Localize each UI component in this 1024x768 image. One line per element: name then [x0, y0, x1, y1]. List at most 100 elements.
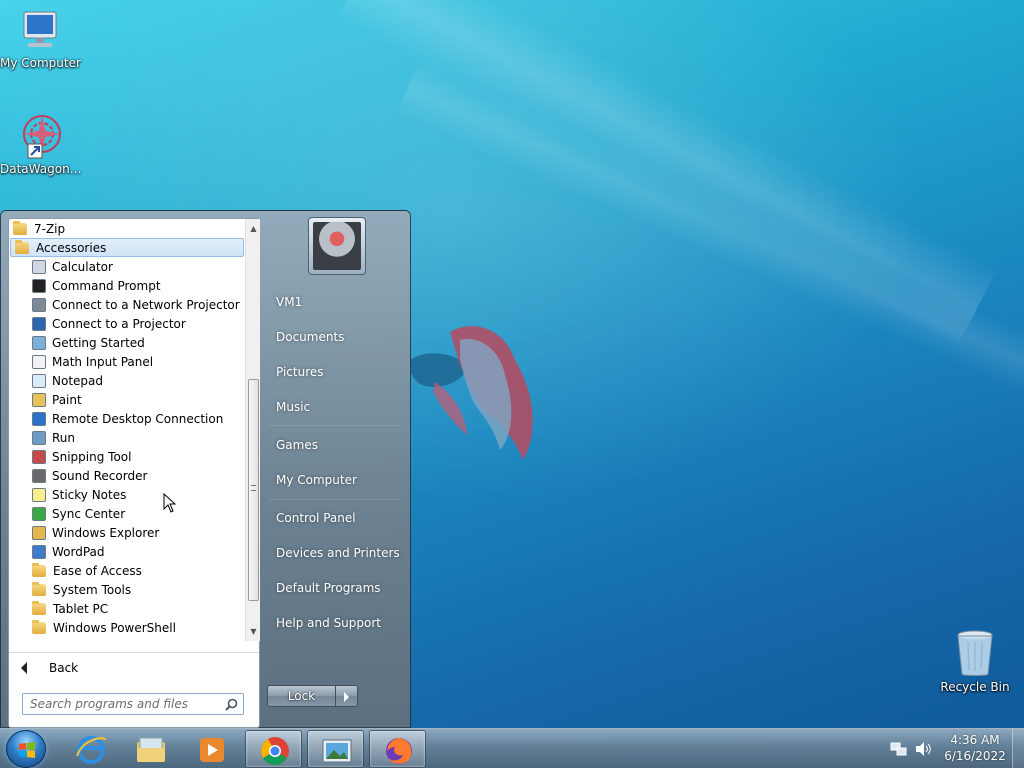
menu-music[interactable]: Music	[269, 392, 403, 422]
menu-separator	[269, 425, 401, 426]
programs-scrollbar[interactable]: ▲ ▼	[245, 219, 260, 641]
desktop-icon-datawagon[interactable]: DataWagon…	[0, 112, 82, 176]
lock-button[interactable]: Lock	[267, 685, 336, 707]
program-label: Command Prompt	[52, 278, 161, 293]
desktop-icon-my-computer[interactable]: My Computer	[0, 10, 81, 70]
program-item[interactable]: Snipping Tool	[9, 447, 245, 466]
taskbar-button[interactable]	[369, 730, 426, 768]
windows-logo-icon	[19, 742, 35, 758]
program-folder[interactable]: Tablet PC	[9, 599, 245, 618]
program-label: Connect to a Projector	[52, 316, 186, 331]
program-folder[interactable]: 7-Zip	[9, 219, 245, 238]
folder-icon	[13, 220, 27, 235]
desktop-icon-label: Recycle Bin	[940, 680, 1010, 694]
math-input-icon	[32, 354, 46, 369]
program-item[interactable]: Remote Desktop Connection	[9, 409, 245, 428]
taskbar-button[interactable]	[62, 730, 119, 768]
program-label: Connect to a Network Projector	[52, 297, 240, 312]
menu-games[interactable]: Games	[269, 430, 403, 460]
paint-icon	[32, 392, 46, 407]
folder-icon	[32, 562, 46, 577]
search-box[interactable]	[22, 693, 244, 715]
getting-started-icon	[32, 335, 46, 350]
program-item[interactable]: Notepad	[9, 371, 245, 390]
program-item[interactable]: Command Prompt	[9, 276, 245, 295]
picture-viewer-icon	[322, 739, 352, 763]
program-label: Windows PowerShell	[53, 620, 176, 635]
program-item[interactable]: Connect to a Network Projector	[9, 295, 245, 314]
menu-user-vm1[interactable]: VM1	[269, 287, 403, 317]
search-icon[interactable]	[225, 698, 238, 711]
program-folder[interactable]: Accessories	[10, 238, 244, 257]
scroll-down-arrow[interactable]: ▼	[246, 624, 261, 639]
file-explorer-icon	[137, 737, 165, 762]
menu-default-programs[interactable]: Default Programs	[269, 573, 403, 603]
program-label: Accessories	[36, 240, 107, 255]
sync-center-icon	[32, 506, 46, 521]
wallpaper-light-beam	[337, 0, 999, 349]
desktop-icon-recycle-bin[interactable]: Recycle Bin	[935, 628, 1015, 694]
program-item[interactable]: Run	[9, 428, 245, 447]
program-folder[interactable]: Windows PowerShell	[9, 618, 245, 637]
shutdown-options-button[interactable]	[336, 685, 358, 707]
program-label: Math Input Panel	[52, 354, 154, 369]
arrow-right-icon	[344, 692, 349, 702]
system-clock[interactable]: 4:36 AM 6/16/2022	[940, 732, 1010, 764]
divider	[9, 652, 259, 653]
taskbar-button[interactable]	[183, 730, 240, 768]
taskbar-button[interactable]	[307, 730, 364, 768]
program-label: System Tools	[53, 582, 132, 597]
program-label: Sound Recorder	[52, 468, 148, 483]
folder-icon	[15, 239, 29, 254]
explorer-icon	[32, 525, 46, 540]
menu-help-and-support[interactable]: Help and Support	[269, 608, 403, 638]
search-input[interactable]	[23, 697, 213, 711]
taskbar-button[interactable]	[245, 730, 302, 768]
programs-pane: 7-Zip Accessories Calculator Command Prompt…	[8, 218, 260, 728]
menu-control-panel[interactable]: Control Panel	[269, 503, 403, 533]
program-item[interactable]: WordPad	[9, 542, 245, 561]
start-button[interactable]	[6, 730, 46, 768]
folder-icon	[32, 581, 46, 596]
program-label: Getting Started	[52, 335, 145, 350]
sticky-notes-icon	[32, 487, 46, 502]
program-item[interactable]: Getting Started	[9, 333, 245, 352]
menu-documents[interactable]: Documents	[269, 322, 403, 352]
scroll-up-arrow[interactable]: ▲	[246, 221, 261, 236]
wordpad-icon	[32, 544, 46, 559]
run-icon	[32, 430, 46, 445]
all-programs-list: 7-Zip Accessories Calculator Command Prompt…	[9, 219, 245, 641]
menu-pictures[interactable]: Pictures	[269, 357, 403, 387]
program-item[interactable]: Connect to a Projector	[9, 314, 245, 333]
remote-desktop-icon	[32, 411, 46, 426]
clock-time: 4:36 AM	[950, 733, 1000, 747]
program-folder[interactable]: Ease of Access	[9, 561, 245, 580]
taskbar-button[interactable]	[122, 730, 179, 768]
scrollbar-thumb[interactable]	[248, 379, 259, 601]
program-item[interactable]: Math Input Panel	[9, 352, 245, 371]
program-folder[interactable]: System Tools	[9, 580, 245, 599]
program-item[interactable]: Sound Recorder	[9, 466, 245, 485]
program-item[interactable]: Sync Center	[9, 504, 245, 523]
menu-separator	[269, 499, 401, 500]
program-label: Notepad	[52, 373, 103, 388]
user-avatar[interactable]	[308, 217, 366, 275]
internet-explorer-icon	[76, 736, 106, 764]
back-arrow-icon	[21, 662, 27, 674]
show-desktop-button[interactable]	[1012, 729, 1024, 768]
program-item[interactable]: Windows Explorer	[9, 523, 245, 542]
program-item[interactable]: Calculator	[9, 257, 245, 276]
back-label: Back	[49, 661, 79, 675]
program-label: Sync Center	[52, 506, 126, 521]
menu-my-computer[interactable]: My Computer	[269, 465, 403, 495]
menu-devices-and-printers[interactable]: Devices and Printers	[269, 538, 403, 568]
program-label: Paint	[52, 392, 82, 407]
taskbar	[0, 728, 1024, 768]
back-button[interactable]: Back	[15, 657, 255, 679]
network-icon[interactable]	[890, 740, 908, 758]
program-item[interactable]: Sticky Notes	[9, 485, 245, 504]
volume-icon[interactable]	[914, 740, 932, 758]
mouse-cursor-icon	[163, 493, 177, 513]
program-item[interactable]: Paint	[9, 390, 245, 409]
wallpaper-fish	[409, 326, 533, 460]
